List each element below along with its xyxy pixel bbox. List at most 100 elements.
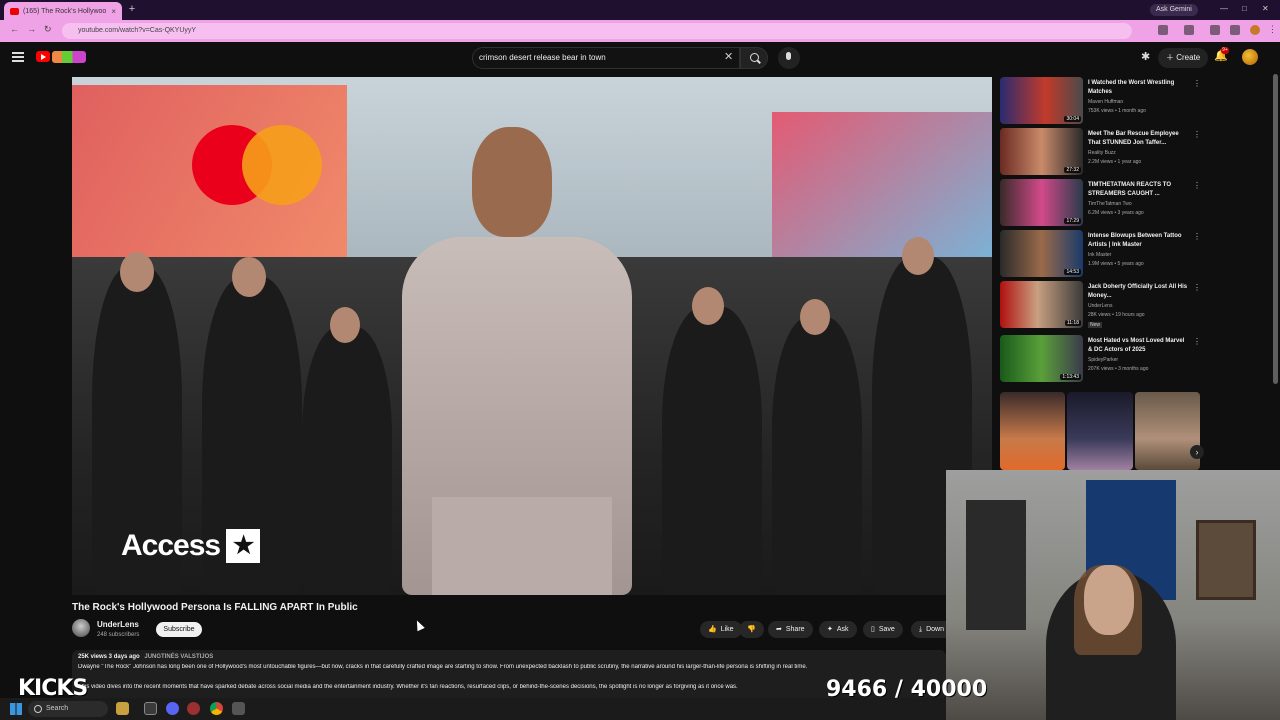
channel-name[interactable]: UnderLens: [97, 620, 139, 629]
more-options-icon[interactable]: ⋮: [1193, 79, 1201, 88]
recommendation-item[interactable]: 17:29 TIMTHETATMAN REACTS TO STREAMERS C…: [1000, 179, 1201, 229]
photographer-head: [902, 237, 934, 275]
recommendation-channel[interactable]: Maven Huffman: [1088, 99, 1123, 105]
browser-address-bar: ← → ↻ youtube.com/watch?v=Cas-QKYUyyY ⋮: [0, 20, 1280, 42]
more-options-icon[interactable]: ⋮: [1193, 283, 1201, 292]
recommendation-item[interactable]: 1:13:43 Most Hated vs Most Loved Marvel …: [1000, 335, 1201, 385]
recommendation-item[interactable]: 11:18 Jack Doherty Officially Lost All H…: [1000, 281, 1201, 331]
extension-icon[interactable]: [1158, 25, 1168, 35]
reload-icon[interactable]: ↻: [44, 24, 52, 35]
profile-icon[interactable]: [1230, 25, 1240, 35]
create-button[interactable]: ＋ Create: [1158, 48, 1209, 68]
more-options-icon[interactable]: ⋮: [1193, 181, 1201, 190]
video-player[interactable]: Access ★: [72, 77, 992, 595]
save-label: Save: [878, 626, 895, 633]
recommendation-thumbnail[interactable]: 30:04: [1000, 77, 1083, 124]
account-avatar[interactable]: [1242, 49, 1258, 65]
windows-taskbar: Search: [0, 698, 946, 720]
microphone-icon[interactable]: [778, 47, 800, 69]
more-options-icon[interactable]: ⋮: [1193, 337, 1201, 346]
recommendation-title[interactable]: Intense Blowups Between Tattoo Artists |…: [1088, 232, 1188, 250]
photographer-head: [800, 299, 830, 335]
maximize-icon[interactable]: □: [1242, 4, 1247, 13]
recommendation-title[interactable]: TIMTHETATMAN REACTS TO STREAMERS CAUGHT …: [1088, 181, 1188, 199]
video-description[interactable]: 25K views 3 days ago JUNGTINĖS VALSTIJOS…: [72, 650, 946, 700]
short-thumbnail[interactable]: [1134, 392, 1200, 470]
subscribe-button[interactable]: Subscribe: [156, 622, 202, 637]
recommendation-channel[interactable]: TimTheTatman Two: [1088, 201, 1132, 207]
recommendation-title[interactable]: Jack Doherty Officially Lost All His Mon…: [1088, 283, 1188, 301]
ask-button[interactable]: ✦ Ask: [819, 621, 857, 638]
streamer-face: [1084, 565, 1134, 635]
taskbar-app-icon[interactable]: [232, 702, 245, 715]
youtube-doodle-icon[interactable]: [52, 51, 86, 63]
video-duration: 1:13:43: [1060, 374, 1081, 380]
clear-search-icon[interactable]: ✕: [724, 50, 733, 63]
thumbs-up-icon: 👍: [708, 626, 717, 633]
location-tag[interactable]: JUNGTINĖS VALSTIJOS: [144, 654, 213, 660]
search-icon[interactable]: [740, 47, 768, 69]
search-input[interactable]: crimson desert release bear in town: [472, 47, 740, 69]
recommendation-thumbnail[interactable]: 1:13:43: [1000, 335, 1083, 382]
download-button[interactable]: ⤓ Down: [911, 621, 946, 638]
menu-icon[interactable]: ⋮: [1268, 24, 1277, 35]
close-tab-icon[interactable]: ×: [111, 7, 116, 16]
more-options-icon[interactable]: ⋮: [1193, 130, 1201, 139]
recommendation-channel[interactable]: SpideyParker: [1088, 357, 1118, 363]
recommendation-item[interactable]: 14:53 Intense Blowups Between Tattoo Art…: [1000, 230, 1201, 280]
notification-badge: 9+: [1221, 47, 1229, 54]
browser-tab[interactable]: (165) The Rock's Hollywoo ×: [4, 2, 122, 20]
youtube-logo-icon[interactable]: [36, 51, 50, 62]
screen: (165) The Rock's Hollywoo × + Ask Gemini…: [0, 0, 1280, 720]
recommendation-item[interactable]: 27:32 Meet The Bar Rescue Employee That …: [1000, 128, 1201, 178]
short-thumbnail[interactable]: [1000, 392, 1066, 470]
gear-icon[interactable]: ✱: [1141, 50, 1150, 63]
back-icon[interactable]: ←: [10, 24, 19, 34]
recommendation-thumbnail[interactable]: 27:32: [1000, 128, 1083, 175]
page-scrollbar[interactable]: [1273, 74, 1278, 384]
recommendation-channel[interactable]: Reality Buzz: [1088, 150, 1116, 156]
channel-subscriber-count: 248 subscribers: [97, 632, 140, 638]
dislike-button[interactable]: 👎: [739, 621, 764, 638]
like-button[interactable]: 👍 Like: [700, 621, 742, 638]
short-thumbnail[interactable]: [1067, 392, 1133, 470]
avatar-icon[interactable]: [1250, 25, 1260, 35]
close-window-icon[interactable]: ✕: [1262, 4, 1269, 13]
file-explorer-icon[interactable]: [144, 702, 157, 715]
recommendation-channel[interactable]: Ink Master: [1088, 252, 1111, 258]
download-icon[interactable]: [1210, 25, 1220, 35]
recommendation-item[interactable]: 30:04 I Watched the Worst Wrestling Matc…: [1000, 77, 1201, 127]
ask-gemini-button[interactable]: Ask Gemini: [1150, 4, 1198, 16]
chrome-icon[interactable]: [210, 702, 223, 715]
recommendation-thumbnail[interactable]: 11:18: [1000, 281, 1083, 328]
menu-icon[interactable]: [12, 52, 24, 62]
webcam-overlay: [946, 470, 1280, 720]
photographer-head: [232, 257, 266, 297]
discord-icon[interactable]: [166, 702, 179, 715]
channel-avatar[interactable]: [72, 619, 90, 637]
url-input[interactable]: youtube.com/watch?v=Cas-QKYUyyY: [62, 23, 1132, 39]
forward-icon[interactable]: →: [27, 24, 36, 34]
minimize-icon[interactable]: —: [1220, 4, 1228, 13]
taskbar-search-input[interactable]: Search: [28, 701, 108, 717]
share-button[interactable]: ➦ Share: [768, 621, 813, 638]
chevron-right-icon[interactable]: ›: [1190, 445, 1204, 459]
recommendation-title[interactable]: I Watched the Worst Wrestling Matches: [1088, 79, 1188, 97]
taskbar-app-icon[interactable]: [187, 702, 200, 715]
recommendation-meta: 1.9M views • 5 years ago: [1088, 261, 1144, 267]
save-button[interactable]: ▯ Save: [863, 621, 903, 638]
wall-picture-frame: [1196, 520, 1256, 600]
recommendation-title[interactable]: Most Hated vs Most Loved Marvel & DC Act…: [1088, 337, 1188, 355]
recommendation-channel[interactable]: UnderLens: [1088, 303, 1112, 309]
recommendation-thumbnail[interactable]: 17:29: [1000, 179, 1083, 226]
new-tab-icon[interactable]: +: [126, 3, 138, 15]
recommendation-title[interactable]: Meet The Bar Rescue Employee That STUNNE…: [1088, 130, 1188, 148]
video-duration: 11:18: [1064, 320, 1081, 326]
photographer-head: [330, 307, 360, 343]
recommendation-thumbnail[interactable]: 14:53: [1000, 230, 1083, 277]
mouse-cursor-icon: [413, 618, 425, 632]
taskbar-app-icon[interactable]: [116, 702, 129, 715]
extension-icon[interactable]: [1184, 25, 1194, 35]
windows-start-icon[interactable]: [10, 703, 22, 715]
more-options-icon[interactable]: ⋮: [1193, 232, 1201, 241]
